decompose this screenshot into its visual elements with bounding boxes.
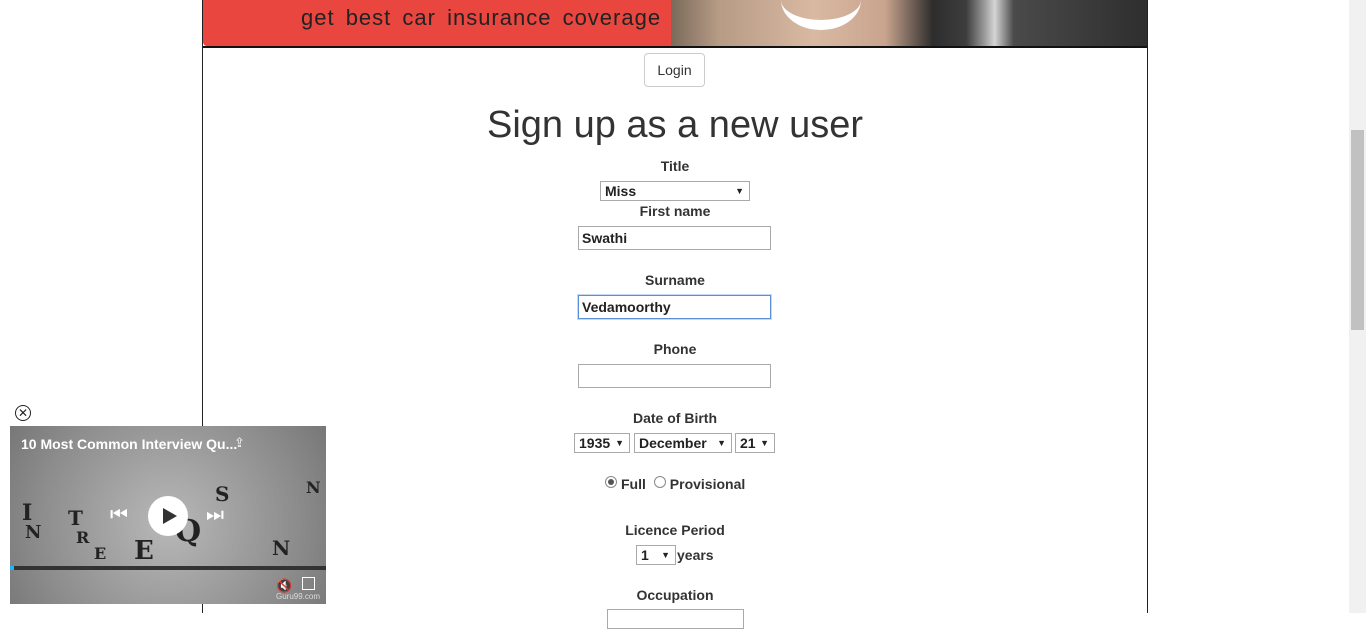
title-select[interactable]: Miss ▼ [600, 181, 750, 201]
banner-tagline: get best car insurance coverage [301, 5, 662, 30]
banner-photo-smile [781, 0, 861, 30]
licence-period-unit: years [677, 547, 714, 563]
close-icon[interactable]: ✕ [15, 405, 31, 421]
video-frame-letter: S [215, 482, 230, 506]
share-icon[interactable]: ⇪ [234, 435, 245, 451]
scrollbar-thumb[interactable] [1351, 130, 1364, 330]
licence-period-value: 1 [641, 547, 649, 563]
licence-provisional-radio[interactable] [653, 476, 666, 488]
page-container: get best car insurance coverage Login Si… [202, 0, 1148, 629]
banner-red-panel: get best car insurance coverage [203, 0, 671, 46]
page-scrollbar[interactable] [1349, 0, 1366, 613]
video-progress-bar[interactable] [10, 566, 326, 570]
dob-month-select[interactable]: December ▼ [634, 433, 732, 453]
chevron-down-icon: ▼ [760, 438, 769, 448]
licence-period-label: Licence Period [625, 522, 725, 538]
dob-month-value: December [639, 435, 707, 451]
dob-year-select[interactable]: 1935 ▼ [574, 433, 630, 453]
video-player[interactable]: 10 Most Common Interview Qu... ⇪ I N T R… [10, 426, 326, 604]
dob-label: Date of Birth [633, 410, 717, 426]
phone-label: Phone [653, 341, 697, 357]
dob-day-value: 21 [740, 435, 756, 451]
video-frame-letter: E [94, 544, 107, 563]
licence-provisional-label: Provisional [669, 476, 746, 492]
video-frame-letter: R [76, 528, 90, 547]
login-button[interactable]: Login [644, 53, 705, 87]
chevron-down-icon: ▼ [661, 550, 670, 560]
banner-photo [671, 0, 1147, 46]
chevron-down-icon: ▼ [717, 438, 726, 448]
video-frame-letter: N [25, 522, 42, 543]
chevron-down-icon: ▼ [615, 438, 624, 448]
surname-label: Surname [645, 272, 705, 288]
video-frame-letter: N [306, 478, 321, 497]
occupation-select[interactable] [607, 609, 744, 629]
header-banner: get best car insurance coverage [203, 0, 1147, 48]
previous-icon[interactable]: ⏮ [110, 504, 128, 527]
video-title: 10 Most Common Interview Qu... [21, 436, 238, 452]
fullscreen-icon[interactable] [302, 577, 315, 590]
video-frame-letter: N [272, 536, 291, 560]
page-title: Sign up as a new user [486, 104, 863, 146]
next-icon[interactable]: ⏭ [206, 504, 224, 527]
title-label: Title [660, 158, 690, 174]
occupation-label: Occupation [636, 587, 714, 603]
video-progress-fill [10, 566, 14, 570]
chevron-down-icon: ▼ [735, 186, 744, 196]
licence-type-radios: Full Provisional [605, 476, 745, 492]
video-frame-letter: E [134, 536, 154, 566]
first-name-label: First name [639, 203, 711, 219]
title-select-value: Miss [605, 183, 637, 199]
dob-day-select[interactable]: 21 ▼ [735, 433, 775, 453]
phone-field[interactable] [578, 364, 771, 388]
dob-year-value: 1935 [579, 435, 611, 451]
video-frame-letter: T [68, 506, 83, 530]
licence-full-label: Full [621, 476, 646, 492]
first-name-field[interactable]: Swathi [578, 226, 771, 250]
video-watermark: Guru99.com [276, 592, 321, 601]
play-icon[interactable] [148, 496, 188, 536]
licence-period-select[interactable]: 1 ▼ [636, 545, 676, 565]
surname-field[interactable]: Vedamoorthy [578, 295, 771, 319]
licence-full-radio[interactable] [605, 476, 617, 488]
